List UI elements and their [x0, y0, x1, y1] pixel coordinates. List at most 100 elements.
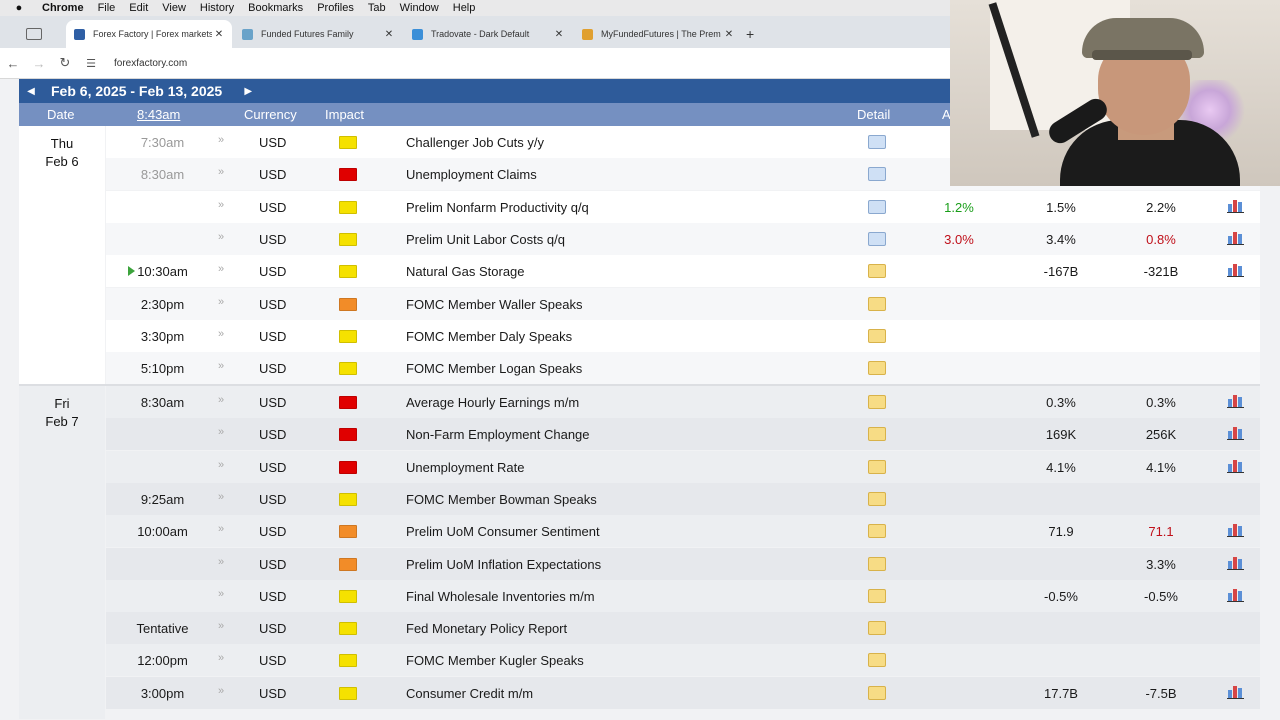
sound-alert-icon[interactable]: »	[218, 620, 224, 632]
chart-icon[interactable]	[1227, 458, 1244, 473]
menu-profiles[interactable]: Profiles	[317, 2, 354, 14]
tab-tradovate[interactable]: Tradovate - Dark Default ✕	[404, 20, 572, 48]
event-title[interactable]: FOMC Member Daly Speaks	[406, 329, 572, 344]
event-row[interactable]: Tentative » USD Fed Monetary Policy Report	[19, 612, 1260, 645]
event-title[interactable]: FOMC Member Logan Speaks	[406, 361, 582, 376]
event-row[interactable]: 12:00pm » USD FOMC Member Kugler Speaks	[19, 644, 1260, 677]
sound-alert-icon[interactable]: »	[218, 394, 224, 406]
event-row[interactable]: 3:30pm » USD FOMC Member Daly Speaks	[19, 319, 1260, 352]
next-week-arrow-icon[interactable]: ▶	[236, 86, 260, 97]
reload-icon[interactable]: ↻	[52, 55, 78, 71]
event-row[interactable]: 10:00am » USD Prelim UoM Consumer Sentiment…	[19, 515, 1260, 548]
event-row[interactable]: 5:10pm » USD FOMC Member Logan Speaks	[19, 352, 1260, 385]
close-tab-icon[interactable]: ✕	[552, 29, 566, 40]
sound-alert-icon[interactable]: »	[218, 263, 224, 275]
detail-folder-icon[interactable]	[868, 231, 886, 246]
chart-icon[interactable]	[1227, 587, 1244, 602]
event-title[interactable]: FOMC Member Bowman Speaks	[406, 492, 597, 507]
tab-overview-button[interactable]	[12, 20, 52, 48]
menu-app-name[interactable]: Chrome	[42, 2, 84, 14]
detail-folder-icon[interactable]	[868, 491, 886, 506]
sound-alert-icon[interactable]: »	[218, 523, 224, 535]
menu-help[interactable]: Help	[453, 2, 476, 14]
event-row[interactable]: 3:00pm » USD Consumer Credit m/m 17.7B -7.5B	[19, 676, 1260, 709]
chart-icon[interactable]	[1227, 555, 1244, 570]
event-row[interactable]: » USD Unemployment Rate 4.1% 4.1%	[19, 450, 1260, 483]
close-tab-icon[interactable]: ✕	[212, 29, 226, 40]
sound-alert-icon[interactable]: »	[218, 685, 224, 697]
event-title[interactable]: Final Wholesale Inventories m/m	[406, 589, 595, 604]
event-row[interactable]: » USD Prelim Unit Labor Costs q/q 3.0% 3.4% 0…	[19, 222, 1260, 255]
detail-folder-icon[interactable]	[868, 167, 886, 182]
event-title[interactable]: Consumer Credit m/m	[406, 686, 533, 701]
event-title[interactable]: Unemployment Rate	[406, 460, 525, 475]
event-title[interactable]: FOMC Member Kugler Speaks	[406, 653, 584, 668]
menu-history[interactable]: History	[200, 2, 234, 14]
sound-alert-icon[interactable]: »	[218, 296, 224, 308]
chart-icon[interactable]	[1227, 198, 1244, 213]
sound-alert-icon[interactable]: »	[218, 652, 224, 664]
event-title[interactable]: Average Hourly Earnings m/m	[406, 395, 579, 410]
calendar-date-range[interactable]: Feb 6, 2025 - Feb 13, 2025	[51, 83, 222, 99]
detail-folder-icon[interactable]	[868, 361, 886, 376]
detail-folder-icon[interactable]	[868, 621, 886, 636]
forward-arrow-icon[interactable]: →	[26, 56, 52, 71]
event-row[interactable]: » USD Final Wholesale Inventories m/m -0.5%…	[19, 579, 1260, 612]
menu-view[interactable]: View	[162, 2, 186, 14]
sound-alert-icon[interactable]: »	[218, 231, 224, 243]
event-title[interactable]: Prelim Unit Labor Costs q/q	[406, 232, 565, 247]
sound-alert-icon[interactable]: »	[218, 491, 224, 503]
menu-file[interactable]: File	[98, 2, 116, 14]
sound-alert-icon[interactable]: »	[218, 166, 224, 178]
detail-folder-icon[interactable]	[868, 199, 886, 214]
detail-folder-icon[interactable]	[868, 685, 886, 700]
detail-folder-icon[interactable]	[868, 427, 886, 442]
event-title[interactable]: Natural Gas Storage	[406, 264, 525, 279]
chart-icon[interactable]	[1227, 684, 1244, 699]
event-title[interactable]: Challenger Job Cuts y/y	[406, 135, 544, 150]
chart-icon[interactable]	[1227, 262, 1244, 278]
menu-tab[interactable]: Tab	[368, 2, 386, 14]
event-row[interactable]: » USD Prelim UoM Inflation Expectations 3.3…	[19, 547, 1260, 580]
tab-forex-factory[interactable]: Forex Factory | Forex markets ✕	[66, 20, 232, 48]
chart-icon[interactable]	[1227, 425, 1244, 441]
event-title[interactable]: FOMC Member Waller Speaks	[406, 297, 583, 312]
detail-folder-icon[interactable]	[868, 135, 886, 149]
event-title[interactable]: Fed Monetary Policy Report	[406, 621, 567, 636]
detail-folder-icon[interactable]	[868, 328, 886, 343]
sound-alert-icon[interactable]: »	[218, 588, 224, 600]
new-tab-button[interactable]: +	[746, 20, 766, 48]
detail-folder-icon[interactable]	[868, 653, 886, 668]
event-title[interactable]: Prelim UoM Consumer Sentiment	[406, 524, 600, 539]
header-current-time[interactable]: 8:43am	[137, 107, 180, 122]
event-row[interactable]: » USD Prelim Nonfarm Productivity q/q 1.2% 1…	[19, 190, 1260, 223]
menu-window[interactable]: Window	[400, 2, 439, 14]
detail-folder-icon[interactable]	[868, 588, 886, 603]
event-title[interactable]: Prelim UoM Inflation Expectations	[406, 557, 601, 572]
chart-icon[interactable]	[1227, 230, 1244, 245]
detail-folder-icon[interactable]	[868, 556, 886, 571]
close-tab-icon[interactable]: ✕	[382, 29, 396, 40]
url-field[interactable]: forexfactory.com	[114, 58, 187, 69]
chart-icon[interactable]	[1227, 522, 1244, 538]
site-settings-icon[interactable]: ☰	[78, 57, 104, 70]
detail-folder-icon[interactable]	[868, 459, 886, 474]
sound-alert-icon[interactable]: »	[218, 556, 224, 568]
event-row[interactable]: 10:30am » USD Natural Gas Storage -167B -321B	[19, 255, 1260, 288]
previous-week-arrow-icon[interactable]: ◀	[19, 86, 43, 97]
chart-icon[interactable]	[1227, 393, 1244, 408]
event-row[interactable]: 9:25am » USD FOMC Member Bowman Speaks	[19, 482, 1260, 515]
back-arrow-icon[interactable]: ←	[0, 56, 26, 71]
tab-funded-futures-family[interactable]: Funded Futures Family ✕	[234, 20, 402, 48]
sound-alert-icon[interactable]: »	[218, 360, 224, 372]
event-row[interactable]: 8:30am » USD Average Hourly Earnings m/m 0.3…	[19, 386, 1260, 418]
detail-folder-icon[interactable]	[868, 264, 886, 279]
menu-edit[interactable]: Edit	[129, 2, 148, 14]
sound-alert-icon[interactable]: »	[218, 426, 224, 438]
detail-folder-icon[interactable]	[868, 524, 886, 539]
menu-bookmarks[interactable]: Bookmarks	[248, 2, 303, 14]
apple-icon[interactable]: ●	[10, 2, 28, 14]
event-title[interactable]: Prelim Nonfarm Productivity q/q	[406, 200, 589, 215]
detail-folder-icon[interactable]	[868, 296, 886, 311]
tab-myfundedfutures[interactable]: MyFundedFutures | The Prem ✕	[574, 20, 742, 48]
